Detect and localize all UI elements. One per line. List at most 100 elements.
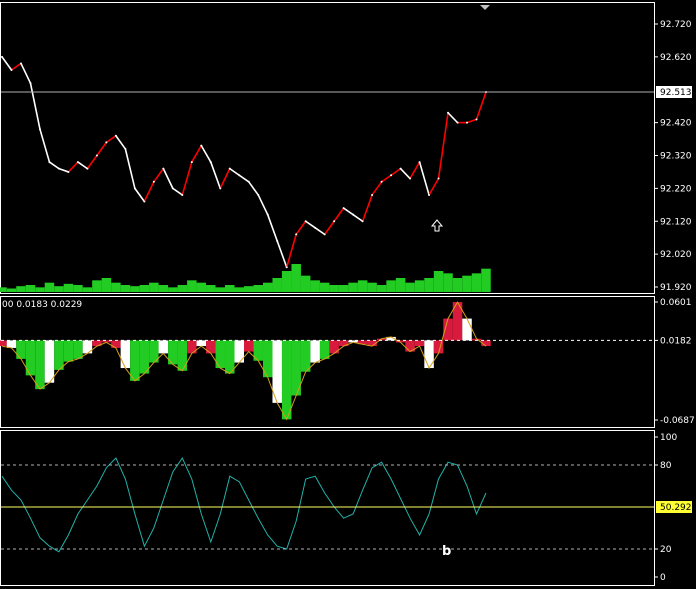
price-tick-label: 92.420 [660, 119, 692, 129]
volume-bar [281, 271, 292, 292]
volume-bar [319, 282, 330, 292]
price-point [162, 167, 165, 170]
price-point [152, 180, 155, 183]
price-point [181, 193, 184, 196]
price-segment [390, 167, 402, 176]
volume-bar [35, 287, 45, 292]
histogram-bar [424, 340, 434, 369]
current-oscillator-text: 50.292 [660, 503, 692, 513]
price-point [380, 180, 383, 183]
histogram-panel-frame [0, 296, 655, 428]
histogram-bar [139, 340, 150, 374]
price-point [124, 147, 127, 150]
price-segment [153, 168, 164, 183]
price-point [86, 167, 89, 170]
price-point [200, 144, 203, 147]
volume-bar [329, 285, 339, 292]
price-point [371, 193, 374, 196]
volume-bar [386, 280, 396, 292]
price-tick-label: 92.120 [660, 217, 692, 227]
volume-bar [92, 280, 102, 292]
price-point [29, 82, 32, 85]
price-segment [210, 161, 222, 189]
current-oscillator-label: 50.292 [656, 501, 692, 513]
histogram-bar [244, 340, 254, 352]
chart-shift-marker-icon[interactable] [480, 5, 490, 10]
volume-bar [25, 285, 36, 292]
price-point [352, 213, 355, 216]
price-segment [343, 207, 354, 216]
price-point [466, 121, 469, 124]
current-price-text: 92.513 [660, 88, 692, 98]
oscillator-annotation: b [442, 544, 451, 559]
price-segment [143, 181, 155, 202]
chart-canvas: 92.720 92.620 92.420 92.320 92.220 92.120 92.0… [0, 2, 695, 586]
volume-bar [262, 282, 273, 292]
price-point [257, 193, 260, 196]
volume-bar [376, 285, 387, 292]
price-segment [86, 155, 98, 170]
price-point [475, 118, 478, 121]
volume-bar [272, 278, 282, 292]
volume-bar [168, 287, 178, 292]
volume-bar [73, 285, 83, 292]
volume-bar [414, 280, 425, 292]
price-segment [285, 234, 297, 268]
volume-bar [291, 264, 301, 292]
volume-bar [300, 275, 311, 292]
price-segment [96, 141, 108, 156]
price-point [133, 187, 136, 190]
volume-bar [395, 278, 406, 292]
price-segment [200, 145, 212, 163]
volume-bar [6, 288, 17, 292]
volume-bar [225, 285, 235, 292]
price-segment [437, 112, 449, 179]
price-segment [295, 220, 307, 235]
volume-bar [234, 287, 244, 292]
price-segment [248, 181, 259, 196]
histogram-tick-label: -0.0687 [660, 416, 695, 426]
price-point [19, 62, 22, 65]
price-segment [219, 168, 231, 189]
histogram-bar [319, 340, 330, 359]
price-point [304, 220, 307, 223]
price-segment [134, 187, 146, 202]
volume-bar [44, 282, 55, 292]
volume-bar [120, 285, 131, 292]
price-point [76, 161, 79, 164]
price-point [333, 220, 336, 223]
axis-ticks: 92.720 92.620 92.420 92.320 92.220 92.120 92.0… [654, 20, 695, 583]
price-series [1, 55, 487, 269]
price-segment [124, 148, 136, 189]
price-segment [381, 174, 392, 183]
price-point [428, 193, 431, 196]
histogram-bar [44, 340, 55, 383]
volume-bar [0, 287, 7, 292]
price-segment [466, 118, 477, 124]
price-segment [333, 207, 345, 222]
price-segment [266, 214, 278, 242]
histogram-bar [130, 340, 140, 381]
price-point [190, 161, 193, 164]
histogram-bar [177, 340, 188, 371]
volume-bar [244, 286, 254, 292]
price-segment [324, 220, 335, 235]
price-point [38, 128, 41, 131]
price-segment [314, 227, 326, 236]
price-point [247, 180, 250, 183]
price-point [1, 55, 3, 58]
oscillator-tick-label: 20 [660, 545, 672, 555]
price-segment [257, 194, 269, 216]
price-segment [172, 187, 183, 196]
histogram-bar [16, 340, 26, 359]
volume-bar [452, 278, 463, 292]
oscillator-tick-label: 100 [660, 433, 677, 443]
price-tick-label: 92.220 [660, 184, 692, 194]
price-segment [162, 168, 174, 189]
volume-bar [196, 282, 207, 292]
price-point [209, 161, 212, 164]
price-point [285, 266, 288, 269]
price-segment [352, 214, 364, 222]
histogram-bar [462, 318, 472, 341]
price-point [409, 177, 412, 180]
